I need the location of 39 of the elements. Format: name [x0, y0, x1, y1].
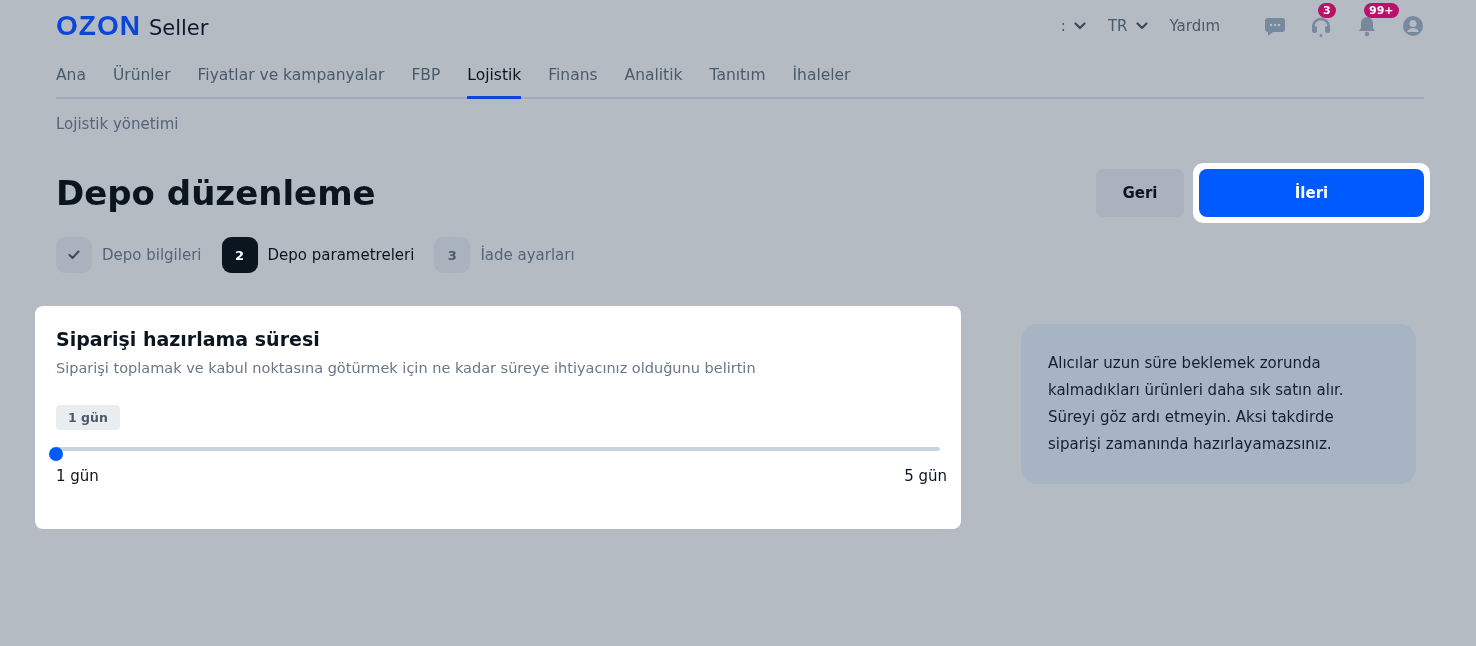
logo[interactable]: OZON [56, 10, 141, 42]
info-note: Alıcılar uzun süre beklemek zorunda kalmadıkları ürünleri daha sık satın alır. Süreyi göz ardı etmeyin. Aksi takdirde siparişi zamanında hazırlayamazsınız. [1021, 324, 1416, 484]
nav-tab[interactable]: Tanıtım [709, 56, 766, 99]
next-button[interactable]: İleri [1199, 169, 1424, 217]
nav-tab[interactable]: FBP [411, 56, 441, 99]
step-number: 3 [434, 237, 471, 273]
slider-min-label: 1 gün [56, 467, 99, 485]
step-label[interactable]: Depo bilgileri [102, 246, 202, 264]
count-badge: 3 [1318, 3, 1336, 18]
nav-tab[interactable]: Fiyatlar ve kampanyalar [197, 56, 385, 99]
step-label[interactable]: İade ayarları [480, 246, 575, 264]
nav-tab[interactable]: İhaleler [792, 56, 851, 99]
bell-icon[interactable] [1356, 15, 1378, 37]
step-label[interactable]: Depo parametreleri [267, 246, 415, 264]
nav-tab[interactable]: Ürünler [112, 56, 171, 99]
slider-thumb[interactable] [49, 447, 63, 461]
user-icon[interactable] [1402, 15, 1424, 37]
help-link[interactable]: Yardım [1169, 17, 1220, 35]
language-dropdown[interactable]: TR [1107, 17, 1148, 35]
chevron-down-icon [1135, 22, 1148, 30]
count-badge: 99+ [1364, 3, 1399, 18]
page-title: Depo düzenleme [56, 173, 376, 213]
card-description: Siparişi toplamak ve kabul noktasına götürmek için ne kadar süreye ihtiyacınız olduğunu belirtin [56, 360, 757, 376]
nav-tab[interactable]: Lojistik [467, 56, 522, 99]
nav-tab[interactable]: Analitik [624, 56, 683, 99]
back-button[interactable]: Geri [1096, 169, 1184, 217]
logo-text: Seller [148, 16, 209, 40]
nav-tab[interactable]: Finans [548, 56, 598, 99]
chat-icon[interactable] [1264, 15, 1286, 37]
slider-max-label: 5 gün [904, 467, 947, 485]
nav-tab[interactable]: Ana [56, 56, 86, 99]
card-title: Siparişi hazırlama süresi [56, 328, 321, 350]
headset-icon[interactable] [1310, 15, 1332, 37]
step-number: 2 [221, 237, 258, 273]
chevron-down-icon [1073, 22, 1086, 30]
value-label: 1 gün [56, 405, 120, 430]
breadcrumb[interactable]: Lojistik yönetimi [56, 115, 1424, 133]
more-dropdown[interactable]: : [1060, 17, 1086, 35]
check-icon [68, 250, 80, 260]
